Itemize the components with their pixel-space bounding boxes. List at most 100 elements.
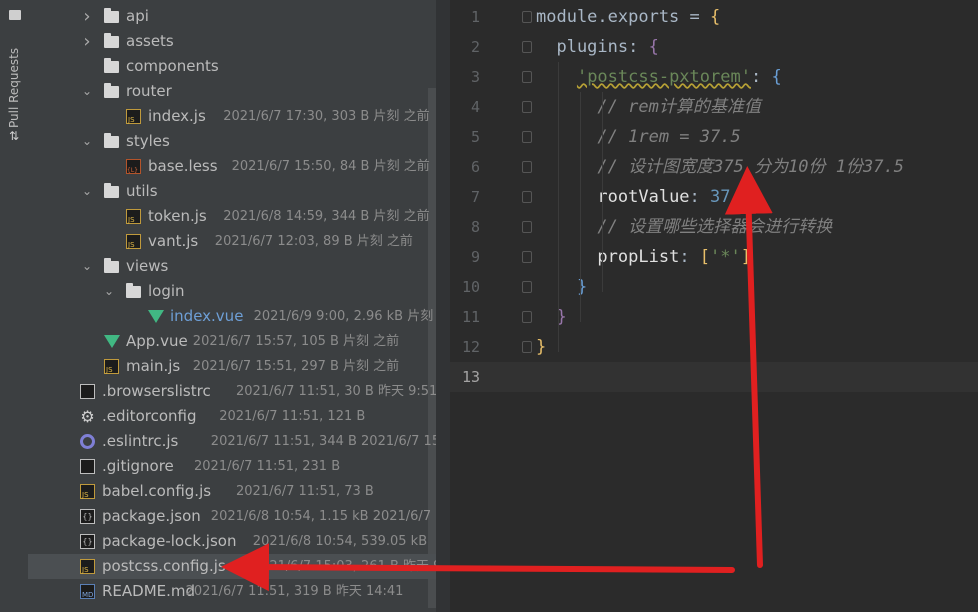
tree-row[interactable]: › assets: [28, 29, 436, 54]
tree-item-meta: 2021/6/7 15:50, 84 B 片刻 之前: [231, 159, 430, 174]
code-text: module.exports = {: [536, 7, 721, 27]
fold-marker-icon[interactable]: [522, 131, 532, 143]
js-file-icon: JS: [126, 234, 141, 249]
folder-icon: [104, 58, 119, 73]
tree-item-meta: 2021/6/8 10:54, 539.05 kB: [252, 534, 428, 549]
fold-marker-icon[interactable]: [522, 71, 532, 83]
tree-row[interactable]: ⌄ login: [28, 279, 436, 304]
chevron-down-icon[interactable]: ⌄: [82, 179, 92, 204]
code-text: rootValue: 37.5,: [597, 187, 762, 207]
tree-item-meta: 2021/6/7 12:03, 89 B 片刻 之前: [214, 234, 413, 249]
tree-row[interactable]: ⌄ router: [28, 79, 436, 104]
chevron-down-icon[interactable]: ⌄: [104, 279, 114, 304]
tree-row[interactable]: JS postcss.config.js 2021/6/7 15:03, 261 B…: [28, 554, 436, 579]
code-text: // 1rem = 37.5: [597, 127, 741, 147]
tree-row[interactable]: ⌄ utils: [28, 179, 436, 204]
tree-row[interactable]: JS main.js 2021/6/7 15:51, 297 B 片刻 之前: [28, 354, 436, 379]
code-text: }: [536, 337, 547, 357]
tree-item-name: package.json: [102, 507, 201, 525]
tree-row[interactable]: ⚙ .editorconfig 2021/6/7 11:51, 121 B: [28, 404, 436, 429]
line-number: 9: [470, 248, 480, 266]
code-line[interactable]: 12}: [450, 332, 978, 362]
tree-row[interactable]: {} package.json 2021/6/8 10:54, 1.15 kB 20…: [28, 504, 436, 529]
chevron-down-icon[interactable]: ⌄: [82, 129, 92, 154]
tree-item-meta: 2021/6/7 11:51, 231 B: [194, 459, 341, 474]
code-line[interactable]: 7 rootValue: 37.5,: [450, 182, 978, 212]
tree-row[interactable]: MD README.md 2021/6/7 11:51, 319 B 昨天 14:4…: [28, 579, 436, 604]
tree-item-name: utils: [126, 182, 158, 200]
json-file-icon: {}: [80, 534, 95, 549]
tree-row[interactable]: .gitignore 2021/6/7 11:51, 231 B: [28, 454, 436, 479]
code-editor[interactable]: 1 module.exports = { 2 plugins: {3 'postcs…: [450, 0, 978, 612]
code-line[interactable]: 10 }: [450, 272, 978, 302]
line-number: 12: [461, 338, 480, 356]
pull-request-icon[interactable]: ⇅: [9, 130, 21, 142]
pull-requests-tab[interactable]: Pull Requests: [7, 38, 21, 128]
project-folder-icon[interactable]: [9, 10, 21, 20]
tree-row[interactable]: › api: [28, 4, 436, 29]
fold-marker-icon[interactable]: [522, 161, 532, 173]
folder-icon: [126, 283, 141, 298]
tree-item-name: token.js: [148, 207, 207, 225]
tree-row[interactable]: App.vue 2021/6/7 15:57, 105 B 片刻 之前: [28, 329, 436, 354]
code-line[interactable]: 4 // rem计算的基准值: [450, 92, 978, 122]
tree-row[interactable]: {} package-lock.json 2021/6/8 10:54, 539.0…: [28, 529, 436, 554]
fold-marker-icon[interactable]: [522, 281, 532, 293]
tree-row[interactable]: .browserslistrc 2021/6/7 11:51, 30 B 昨天 9…: [28, 379, 436, 404]
code-line[interactable]: 11 }: [450, 302, 978, 332]
tree-item-name: .editorconfig: [102, 407, 197, 425]
fold-marker-icon[interactable]: [522, 41, 532, 53]
line-number: 1: [470, 8, 480, 26]
code-line[interactable]: 1 module.exports = {: [450, 2, 978, 32]
code-line[interactable]: 6 // 设计图宽度375 分为10份 1份37.5: [450, 152, 978, 182]
code-line[interactable]: 9 propList: ['*']: [450, 242, 978, 272]
tree-row[interactable]: ⌄ styles: [28, 129, 436, 154]
tree-item-name: README.md: [102, 582, 196, 600]
folder-icon: [104, 33, 119, 48]
project-tree: › api › assets components ⌄ router JS index.js 20…: [28, 0, 436, 612]
chevron-down-icon[interactable]: ⌄: [82, 79, 92, 104]
line-number: 3: [470, 68, 480, 86]
tree-row[interactable]: JS vant.js 2021/6/7 12:03, 89 B 片刻 之前: [28, 229, 436, 254]
tree-row[interactable]: ⌄ views: [28, 254, 436, 279]
tree-item-meta: 2021/6/7 17:30, 303 B 片刻 之前: [223, 109, 430, 124]
line-number: 11: [461, 308, 480, 326]
vue-file-icon: [104, 335, 120, 348]
fold-marker-icon[interactable]: [522, 251, 532, 263]
chevron-right-icon[interactable]: ›: [82, 29, 92, 54]
editor-gutter-strip: [436, 0, 450, 612]
gitignore-icon: [80, 459, 95, 474]
tree-row[interactable]: JS token.js 2021/6/8 14:59, 344 B 片刻 之前: [28, 204, 436, 229]
fold-marker-icon[interactable]: [522, 101, 532, 113]
tree-row[interactable]: JS babel.config.js 2021/6/7 11:51, 73 B: [28, 479, 436, 504]
line-number: 2: [470, 38, 480, 56]
tree-row[interactable]: .eslintrc.js 2021/6/7 11:51, 344 B 2021/6…: [28, 429, 436, 454]
folder-icon: [104, 183, 119, 198]
indent-guide: [602, 92, 603, 292]
code-line[interactable]: 13: [450, 362, 978, 392]
md-file-icon: MD: [80, 584, 95, 599]
fold-marker-icon[interactable]: [522, 311, 532, 323]
tree-row[interactable]: components: [28, 54, 436, 79]
fold-marker-icon[interactable]: [522, 341, 532, 353]
js-file-icon: JS: [80, 484, 95, 499]
code-line[interactable]: 3 'postcss-pxtorem': {: [450, 62, 978, 92]
code-line[interactable]: 2 plugins: {: [450, 32, 978, 62]
fold-marker-icon[interactable]: [522, 221, 532, 233]
code-text: // rem计算的基准值: [597, 97, 761, 117]
tree-item-name: index.vue: [170, 307, 244, 325]
tree-item-name: views: [126, 257, 169, 275]
code-line[interactable]: 5 // 1rem = 37.5: [450, 122, 978, 152]
gear-icon: ⚙: [80, 407, 95, 426]
js-file-icon: JS: [104, 359, 119, 374]
chevron-right-icon[interactable]: ›: [82, 4, 92, 29]
tree-row[interactable]: JS index.js 2021/6/7 17:30, 303 B 片刻 之前: [28, 104, 436, 129]
tree-row[interactable]: index.vue 2021/6/9 9:00, 2.96 kB 片刻 之: [28, 304, 436, 329]
file-icon: [80, 384, 95, 399]
fold-marker-icon[interactable]: [522, 191, 532, 203]
line-number: 10: [461, 278, 480, 296]
fold-marker-icon[interactable]: [522, 11, 532, 23]
tree-row[interactable]: {L} base.less 2021/6/7 15:50, 84 B 片刻 之前: [28, 154, 436, 179]
chevron-down-icon[interactable]: ⌄: [82, 254, 92, 279]
code-line[interactable]: 8 // 设置哪些选择器会进行转换: [450, 212, 978, 242]
